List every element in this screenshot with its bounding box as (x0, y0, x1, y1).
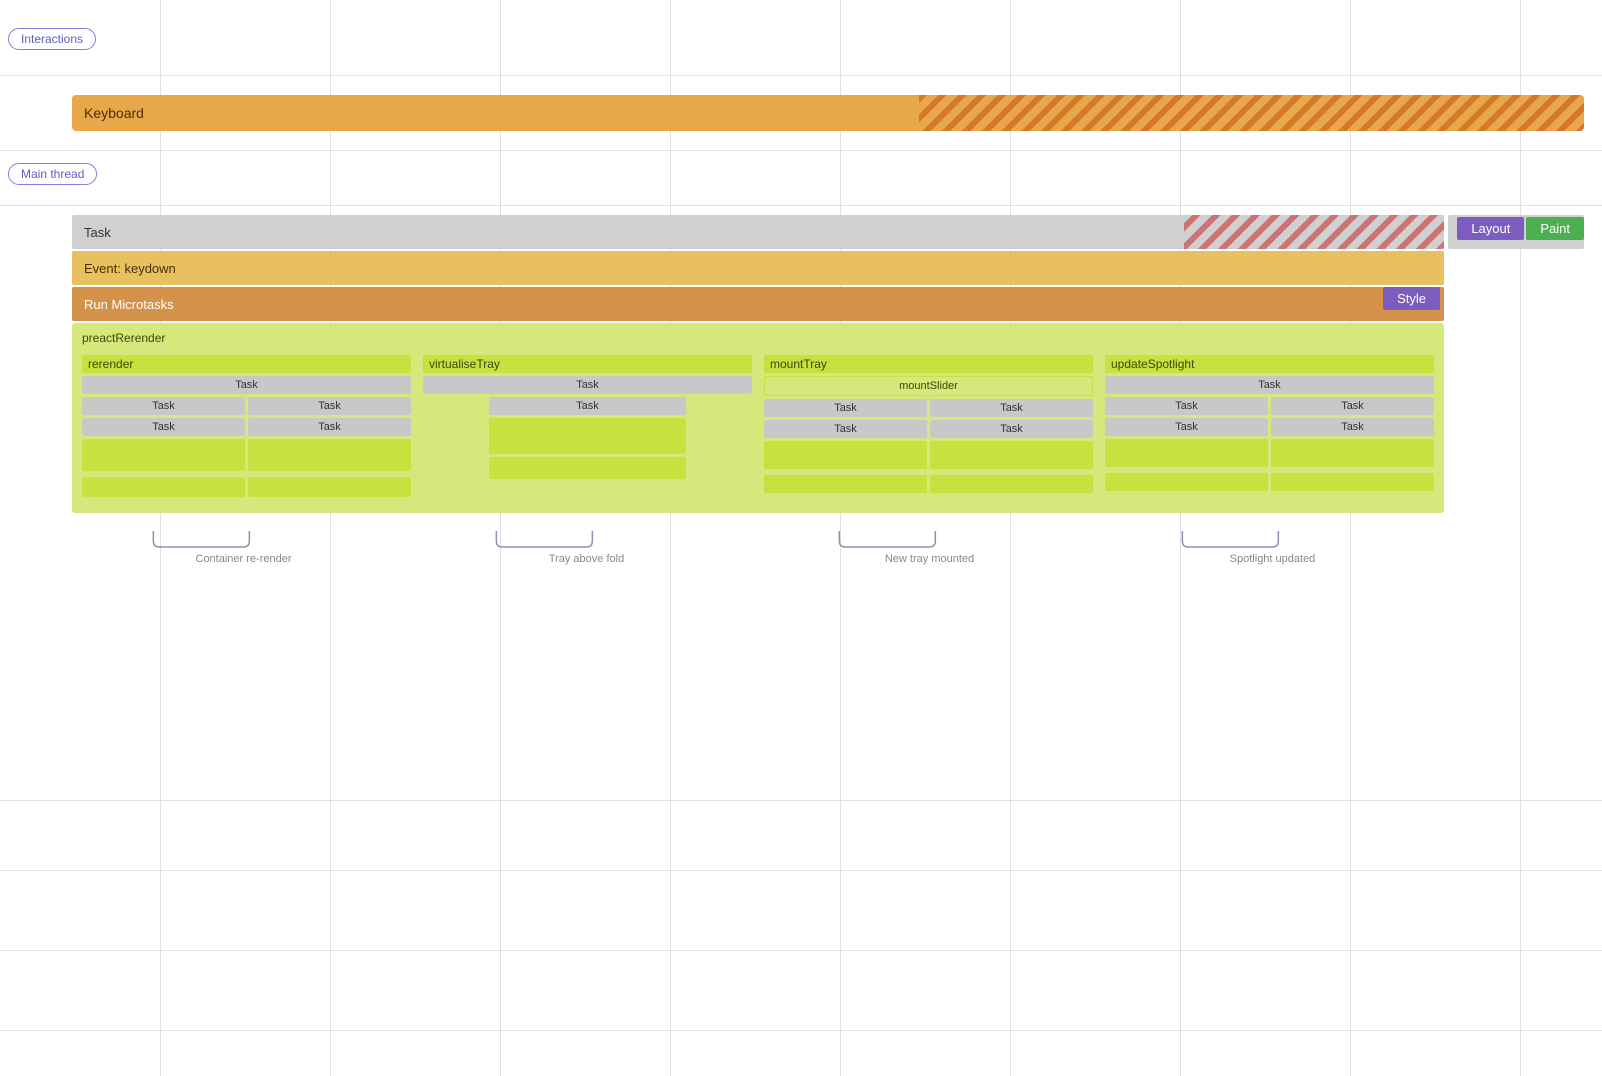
rerender-mini-4 (248, 477, 411, 497)
virtualise-tray-label: virtualiseTray (423, 355, 752, 373)
keyboard-bar: Keyboard (72, 95, 1584, 131)
timeline-content: Task Task Layout Paint Event: keydown Ru… (72, 215, 1584, 565)
rerender-mini-pair (82, 439, 411, 474)
mtray-mini-4 (930, 475, 1093, 493)
mtray-task-4: Task (930, 420, 1093, 438)
rerender-task-4: Task (248, 418, 411, 436)
update-spotlight-col: updateSpotlight Task Task Task Task Task (1101, 351, 1438, 507)
layout-paint-buttons: Layout Paint (1457, 217, 1584, 240)
rerender-task-pair-2: Task Task (82, 418, 411, 436)
bracket-new-tray: New tray mounted (758, 529, 1101, 565)
paint-button[interactable]: Paint (1526, 217, 1584, 240)
vtray-mini-block-1 (489, 418, 686, 454)
spotlight-task-pair-2: Task Task (1105, 418, 1434, 436)
virtualise-tray-col: virtualiseTray Task Task (419, 351, 756, 507)
bracket-spotlight: Spotlight updated (1101, 529, 1444, 565)
vtray-mini-1 (423, 418, 752, 454)
event-bar: Event: keydown (72, 251, 1444, 285)
vtray-mini-2 (423, 457, 752, 479)
tray-above-fold-label: Tray above fold (549, 553, 624, 565)
bracket-container-rerender: Container re-render (72, 529, 415, 565)
task-row-top: Task Task (72, 215, 1584, 249)
preact-rerender-label: preactRerender (78, 329, 1438, 347)
rerender-task-1: Task (82, 397, 245, 415)
layout-button[interactable]: Layout (1457, 217, 1524, 240)
mount-mini-pair-2 (764, 475, 1093, 496)
bracket-svg-1 (89, 529, 398, 549)
mount-tray-task-pair: Task Task (764, 399, 1093, 417)
microtasks-row: Run Microtasks Style (72, 287, 1584, 321)
grid-h-3 (0, 205, 1602, 206)
grid-h-6 (0, 950, 1602, 951)
rerender-task-pair: Task Task (82, 397, 411, 415)
spotlight-updated-label: Spotlight updated (1230, 553, 1316, 565)
vtray-task-single: Task (489, 397, 686, 415)
style-button[interactable]: Style (1383, 287, 1440, 310)
rerender-task-chip: Task (82, 376, 411, 394)
mtray-mini-3 (764, 475, 927, 493)
microtasks-bar: Run Microtasks (72, 287, 1444, 321)
rerender-mini-3 (82, 477, 245, 497)
update-spotlight-label: updateSpotlight (1105, 355, 1434, 373)
vtray-task-chip: Task (423, 376, 752, 394)
rerender-task-3: Task (82, 418, 245, 436)
spotlight-task-3: Task (1105, 418, 1268, 436)
mtray-mini-1 (764, 441, 927, 469)
spotlight-mini-4 (1271, 473, 1434, 491)
spotlight-task-pair: Task Task (1105, 397, 1434, 415)
mtray-mini-2 (930, 441, 1093, 469)
mount-tray-col: mountTray mountSlider Task Task Task Tas… (760, 351, 1097, 507)
bracket-svg-2 (432, 529, 741, 549)
task-hatched (1184, 215, 1444, 249)
main-thread-pill[interactable]: Main thread (8, 163, 97, 185)
keyboard-bar-hatched (919, 95, 1584, 131)
mount-tray-label: mountTray (764, 355, 1093, 373)
bracket-svg-4 (1118, 529, 1427, 549)
spotlight-mini-2 (1271, 439, 1434, 467)
grid-h-2 (0, 150, 1602, 151)
inner-columns-row: rerender Task Task Task Task Task (78, 351, 1438, 507)
spotlight-mini-pair-2 (1105, 473, 1434, 494)
grid-h-1 (0, 75, 1602, 76)
mount-tray-task-pair-2: Task Task (764, 420, 1093, 438)
preact-rerender-section: preactRerender rerender Task Task Task T… (72, 323, 1444, 513)
grid-h-4 (0, 800, 1602, 801)
rerender-label: rerender (82, 355, 411, 373)
mount-slider-chip: mountSlider (764, 376, 1093, 396)
style-button-container: Style (1383, 287, 1440, 310)
spotlight-task-2: Task (1271, 397, 1434, 415)
mtray-task-2: Task (930, 399, 1093, 417)
rerender-mini-1 (82, 439, 245, 471)
bracket-svg-3 (775, 529, 1084, 549)
main-container: Interactions Keyboard Main thread Task T… (0, 0, 1602, 1076)
grid-h-5 (0, 870, 1602, 871)
mtray-task-3: Task (764, 420, 927, 438)
vtray-mini-block-2 (489, 457, 686, 479)
keyboard-bar-label: Keyboard (72, 95, 919, 131)
bracket-tray-above-fold: Tray above fold (415, 529, 758, 565)
spotlight-mini-pair (1105, 439, 1434, 470)
container-rerender-label: Container re-render (196, 553, 292, 565)
spotlight-task-4: Task (1271, 418, 1434, 436)
spotlight-mini-1 (1105, 439, 1268, 467)
rerender-col: rerender Task Task Task Task Task (78, 351, 415, 507)
rerender-task-2: Task (248, 397, 411, 415)
spotlight-mini-3 (1105, 473, 1268, 491)
rerender-mini-2 (248, 439, 411, 471)
spotlight-task-1: Task (1105, 397, 1268, 415)
rerender-mini-pair-2 (82, 477, 411, 500)
mount-mini-pair (764, 441, 1093, 472)
interactions-pill[interactable]: Interactions (8, 28, 96, 50)
mtray-task-1: Task (764, 399, 927, 417)
spotlight-task-chip: Task (1105, 376, 1434, 394)
new-tray-mounted-label: New tray mounted (885, 553, 974, 565)
grid-h-7 (0, 1030, 1602, 1031)
bracket-section: Container re-render Tray above fold New … (72, 529, 1444, 565)
task-bar-main: Task (72, 215, 1444, 249)
event-row: Event: keydown (72, 251, 1584, 285)
